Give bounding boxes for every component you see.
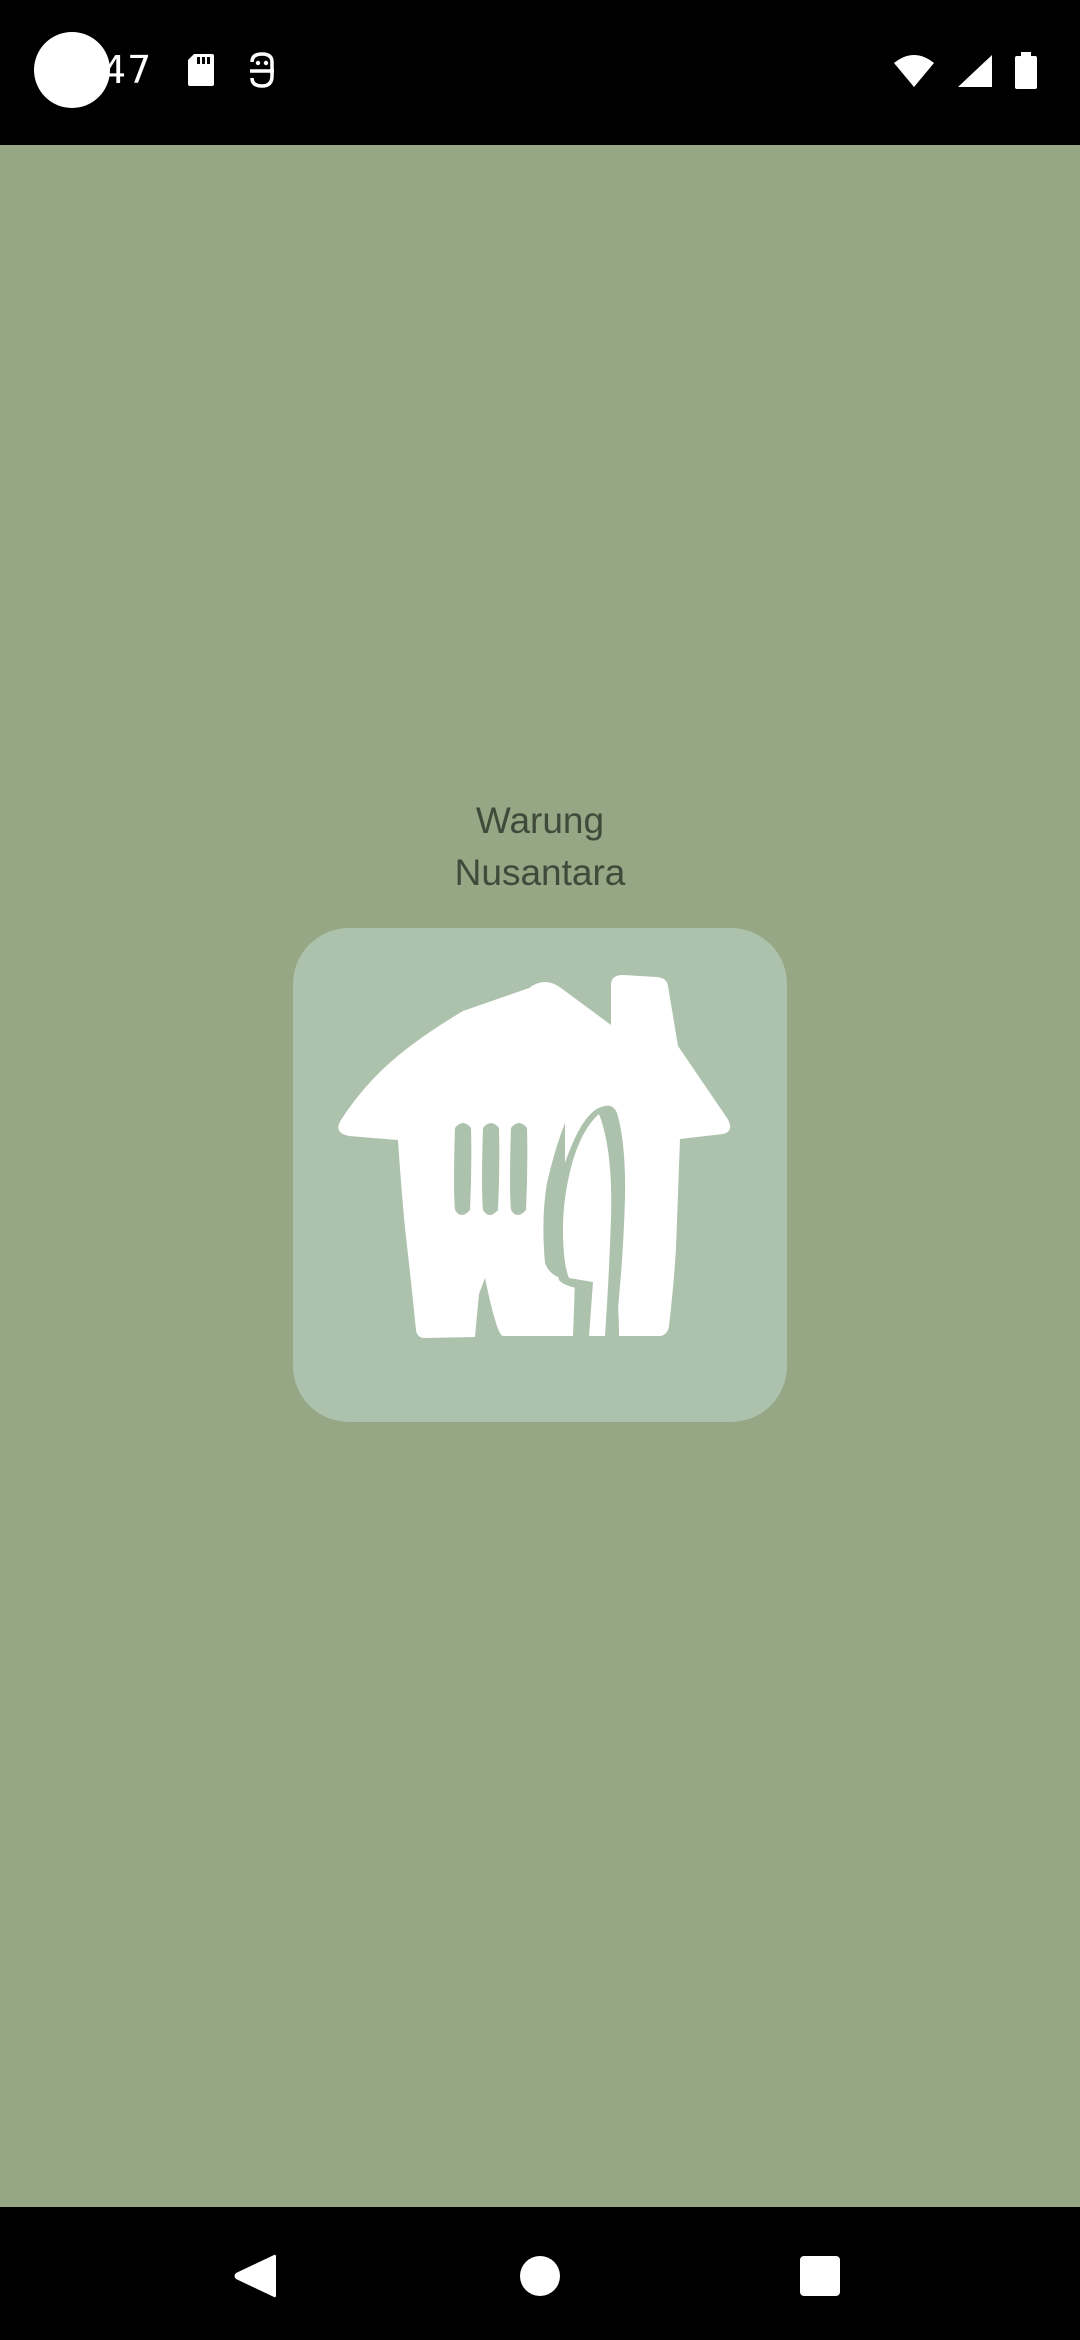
recents-button[interactable] bbox=[775, 2231, 865, 2321]
battery-icon bbox=[1014, 52, 1038, 95]
home-button[interactable] bbox=[495, 2231, 585, 2321]
status-right bbox=[892, 52, 1038, 95]
face-icon bbox=[248, 52, 276, 88]
home-icon bbox=[520, 2256, 560, 2296]
app-name-line1: Warung bbox=[475, 800, 605, 841]
app-logo-tile bbox=[293, 928, 787, 1422]
sd-card-icon bbox=[186, 52, 216, 88]
house-fork-knife-icon bbox=[338, 975, 731, 1338]
splash-screen: Warung Nusantara bbox=[0, 145, 1080, 2207]
wifi-icon bbox=[892, 53, 936, 94]
back-button[interactable] bbox=[210, 2231, 300, 2321]
back-icon bbox=[234, 2254, 276, 2298]
status-bar: 47 bbox=[0, 0, 1080, 145]
recents-icon bbox=[800, 2256, 840, 2296]
status-left: 47 bbox=[34, 30, 276, 110]
app-name: Warung Nusantara bbox=[0, 795, 1080, 899]
signal-icon bbox=[956, 53, 994, 94]
screen: 47 Warung Nusantara bbox=[0, 0, 1080, 2340]
camera-cutout bbox=[34, 32, 110, 108]
navigation-bar bbox=[0, 2207, 1080, 2340]
app-name-line2: Nusantara bbox=[454, 852, 626, 893]
status-time: 47 bbox=[102, 48, 153, 92]
